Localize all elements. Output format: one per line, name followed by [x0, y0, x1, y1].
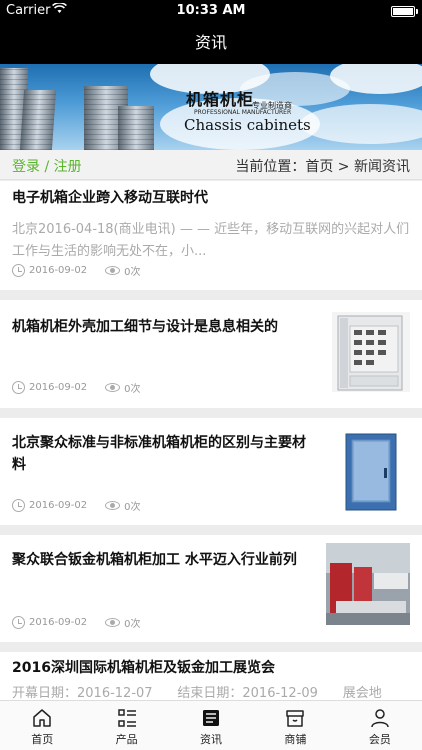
banner-tagline-en: PROFESSIONAL MANUFACTURER [194, 109, 292, 116]
eye-icon [105, 383, 121, 392]
expo-end-label: 结束日期： [177, 686, 243, 700]
article-title[interactable]: 电子机箱企业跨入移动互联时代 [12, 187, 208, 209]
eye-icon [105, 266, 121, 275]
clock-icon [12, 264, 25, 277]
expo-venue-label: 展会地 [342, 686, 382, 700]
breadcrumb-bar: 登录 / 注册 当前位置：首页 > 新闻资讯 [0, 150, 422, 180]
breadcrumb: 当前位置：首页 > 新闻资讯 [235, 159, 410, 175]
status-bar: Carrier 10:33 AM [0, 0, 422, 22]
article-item[interactable]: 电子机箱企业跨入移动互联时代 北京2016-04-18(商业电讯) — — 近些… [0, 181, 422, 290]
expo-dates: 开幕日期：2016-12-07 结束日期：2016-12-09 展会地 [12, 682, 412, 700]
article-meta: 2016-09-02 0次 [12, 498, 141, 513]
tab-label: 资讯 [200, 733, 223, 746]
article-views: 0次 [124, 619, 141, 630]
tab-label: 首页 [31, 733, 54, 746]
clock-icon [12, 499, 25, 512]
news-icon [203, 710, 220, 726]
tab-shop[interactable]: 商铺 [253, 701, 337, 750]
banner-title-cn: 机箱机柜 [186, 90, 255, 109]
article-date: 2016-09-02 [29, 617, 88, 628]
building-shape [19, 90, 57, 150]
eye-icon [105, 501, 121, 510]
clock-icon [12, 381, 25, 394]
article-item[interactable]: 北京聚众标准与非标准机箱机柜的区别与主要材料 2016-09-02 0次 [0, 418, 422, 525]
expo-item[interactable]: 2016深圳国际机箱机柜及钣金加工展览会 开幕日期：2016-12-07 结束日… [0, 652, 422, 700]
article-title[interactable]: 聚众联合钣金机箱机柜加工 水平迈入行业前列 [12, 549, 312, 571]
article-date: 2016-09-02 [29, 500, 88, 511]
clock-icon [12, 616, 25, 629]
article-meta: 2016-09-02 0次 [12, 615, 141, 630]
expo-end-date: 2016-12-09 [242, 686, 318, 700]
expo-start-date: 2016-12-07 [77, 686, 153, 700]
tab-products[interactable]: 产品 [84, 701, 168, 750]
user-icon [371, 709, 389, 728]
article-thumbnail[interactable] [332, 430, 410, 512]
page-title: 资讯 [194, 33, 227, 52]
expo-start-label: 开幕日期： [12, 686, 78, 700]
article-views: 0次 [124, 384, 141, 395]
clock-time: 10:33 AM [176, 3, 246, 18]
battery-tip [416, 9, 418, 14]
article-views: 0次 [124, 267, 141, 278]
tab-label: 产品 [115, 733, 138, 746]
eye-icon [105, 618, 121, 627]
tab-label: 商铺 [284, 733, 307, 746]
tab-label: 会员 [368, 733, 391, 746]
list-icon [117, 709, 136, 727]
login-register-link[interactable]: 登录 / 注册 [12, 156, 82, 176]
article-thumbnail[interactable] [332, 312, 410, 392]
battery-icon [391, 6, 415, 17]
tab-home[interactable]: 首页 [0, 701, 84, 750]
article-views: 0次 [124, 502, 141, 513]
nav-bar: 资讯 [0, 22, 422, 64]
tab-news[interactable]: 资讯 [169, 701, 253, 750]
article-item[interactable]: 聚众联合钣金机箱机柜加工 水平迈入行业前列 2016-09-02 0次 [0, 535, 422, 642]
home-icon [33, 709, 51, 727]
building-shape [118, 106, 154, 150]
article-date: 2016-09-02 [29, 265, 88, 276]
tab-bar: 首页 产品 资讯 商铺 会员 [0, 700, 422, 750]
expo-title[interactable]: 2016深圳国际机箱机柜及钣金加工展览会 [12, 657, 275, 679]
article-summary: 北京2016-04-18(商业电讯) — — 近些年，移动互联网的兴起对人们工作… [12, 222, 410, 259]
tab-member[interactable]: 会员 [338, 701, 422, 750]
article-title[interactable]: 机箱机柜外壳加工细节与设计是息息相关的 [12, 316, 312, 338]
article-item[interactable]: 机箱机柜外壳加工细节与设计是息息相关的 2016-09-02 0次 [0, 300, 422, 408]
article-thumbnail[interactable] [326, 543, 410, 625]
banner-title-en: Chassis cabinets [184, 116, 311, 134]
article-meta: 2016-09-02 0次 [12, 263, 141, 278]
article-date: 2016-09-02 [29, 382, 88, 393]
article-meta: 2016-09-02 0次 [12, 380, 141, 395]
banner-image[interactable]: 机箱机柜 专业制造商 PROFESSIONAL MANUFACTURER Cha… [0, 64, 422, 150]
shop-icon [286, 710, 305, 727]
article-title[interactable]: 北京聚众标准与非标准机箱机柜的区别与主要材料 [12, 432, 312, 476]
